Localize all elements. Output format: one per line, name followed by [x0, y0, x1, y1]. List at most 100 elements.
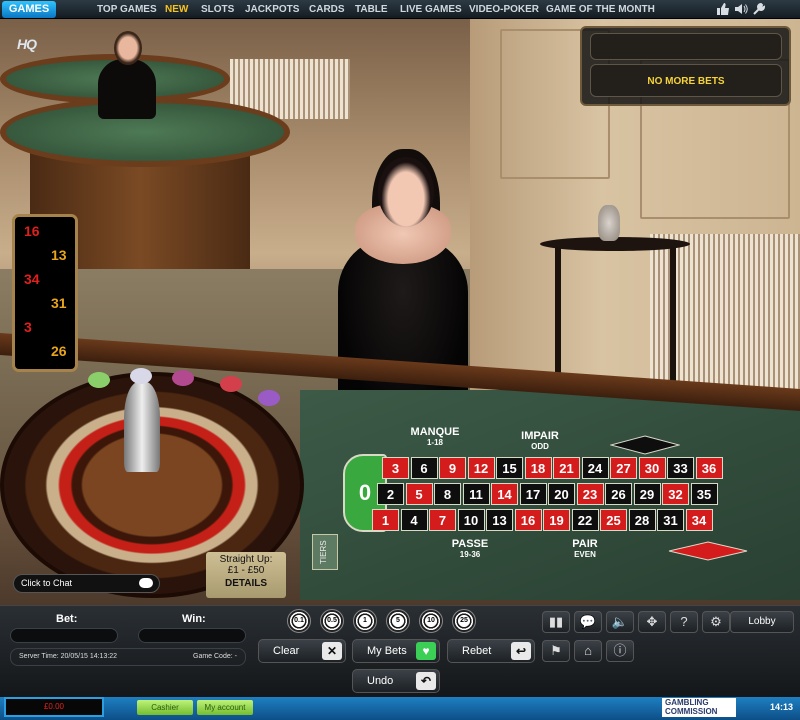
- history-number: 3: [24, 319, 32, 335]
- bet-number-27[interactable]: 27: [610, 457, 637, 479]
- bet-number-24[interactable]: 24: [581, 457, 609, 479]
- rebet-button[interactable]: Rebet ↩: [447, 639, 535, 663]
- bet-number-2[interactable]: 2: [377, 483, 404, 505]
- nav-slots[interactable]: SLOTS: [201, 0, 234, 19]
- bet-impair[interactable]: IMPAIR ODD: [495, 431, 585, 451]
- nav-cards[interactable]: CARDS: [309, 0, 345, 19]
- flag-icon[interactable]: ⚑: [542, 640, 570, 662]
- lobby-button[interactable]: Lobby: [730, 611, 794, 633]
- chip-0-1[interactable]: 0.1: [287, 609, 311, 633]
- bet-number-23[interactable]: 23: [576, 483, 604, 505]
- chat-input[interactable]: Click to Chat: [13, 574, 160, 593]
- help-icon[interactable]: ?: [670, 611, 698, 633]
- bet-number-12[interactable]: 12: [467, 457, 495, 479]
- bet-number-7[interactable]: 7: [429, 509, 456, 531]
- bet-number-22[interactable]: 22: [571, 509, 599, 531]
- background-dealer: [98, 59, 156, 119]
- bet-number-33[interactable]: 33: [667, 457, 694, 479]
- bet-number-36[interactable]: 36: [695, 457, 723, 479]
- bet-amount-field: [10, 628, 118, 643]
- bet-number-8[interactable]: 8: [434, 483, 461, 505]
- nav-game-of-the-month[interactable]: GAME OF THE MONTH: [546, 0, 655, 19]
- bet-number-9[interactable]: 9: [439, 457, 466, 479]
- gambling-line1: GAMBLING: [665, 698, 709, 707]
- bet-number-34[interactable]: 34: [685, 509, 713, 531]
- passe-label: PASSE: [451, 538, 489, 550]
- wrench-icon[interactable]: [752, 2, 766, 16]
- bet-number-5[interactable]: 5: [405, 483, 433, 505]
- bet-number-35[interactable]: 35: [690, 483, 718, 505]
- history-number: 31: [51, 295, 67, 311]
- speaker-icon[interactable]: [734, 2, 748, 16]
- bet-number-3[interactable]: 3: [382, 457, 409, 479]
- bet-number-11[interactable]: 11: [462, 483, 490, 505]
- bet-number-1[interactable]: 1: [372, 509, 399, 531]
- chat-bubble-icon[interactable]: [139, 578, 153, 588]
- bet-number-19[interactable]: 19: [543, 509, 570, 531]
- stats-icon[interactable]: ▮▮: [542, 611, 570, 633]
- bet-manque[interactable]: MANQUE 1-18: [390, 427, 480, 447]
- bet-number-4[interactable]: 4: [400, 509, 428, 531]
- server-info-bar: Server Time: 20/05/15 14:13:22 Game Code…: [10, 648, 246, 666]
- vase: [598, 205, 620, 241]
- volume-icon[interactable]: 🔈: [606, 611, 634, 633]
- home-icon[interactable]: ⌂: [574, 640, 602, 662]
- my-account-button[interactable]: My account: [197, 700, 253, 715]
- results-history-board: 16 13 34 31 3 26: [12, 214, 78, 372]
- details-link[interactable]: DETAILS: [206, 578, 286, 589]
- bet-red-diamond[interactable]: [668, 541, 748, 561]
- my-bets-button[interactable]: My Bets ♥: [352, 639, 440, 663]
- bet-number-30[interactable]: 30: [638, 457, 666, 479]
- straight-up-limits[interactable]: Straight Up: £1 - £50 DETAILS: [206, 552, 286, 598]
- bet-tiers[interactable]: TIERS: [312, 534, 338, 570]
- fullscreen-icon[interactable]: ✥: [638, 611, 666, 633]
- chat-label: Click to Chat: [21, 578, 73, 588]
- clock: 14:13: [770, 702, 794, 712]
- impair-label: IMPAIR: [521, 430, 559, 442]
- bet-number-20[interactable]: 20: [548, 483, 575, 505]
- bet-number-14[interactable]: 14: [491, 483, 518, 505]
- bet-number-28[interactable]: 28: [628, 509, 656, 531]
- nav-live-games[interactable]: LIVE GAMES: [400, 0, 462, 19]
- settings-icon[interactable]: ⚙: [702, 611, 730, 633]
- bet-number-17[interactable]: 17: [519, 483, 547, 505]
- bet-number-21[interactable]: 21: [553, 457, 580, 479]
- undo-button[interactable]: Undo ↶: [352, 669, 440, 693]
- nav-video-poker[interactable]: VIDEO-POKER: [469, 0, 539, 19]
- bet-number-32[interactable]: 32: [662, 483, 689, 505]
- history-number: 16: [24, 223, 40, 239]
- bet-number-6[interactable]: 6: [410, 457, 438, 479]
- chip-1[interactable]: 1: [353, 609, 377, 633]
- info-icon[interactable]: ⓘ: [606, 640, 634, 662]
- nav-table[interactable]: TABLE: [355, 0, 388, 19]
- undo-label: Undo: [367, 675, 394, 687]
- clear-button[interactable]: Clear ✕: [258, 639, 346, 663]
- bet-number-10[interactable]: 10: [457, 509, 485, 531]
- nav-top-games[interactable]: TOP GAMES: [97, 0, 157, 19]
- bet-number-15[interactable]: 15: [496, 457, 523, 479]
- clear-label: Clear: [273, 645, 300, 657]
- bet-black-diamond[interactable]: [610, 435, 680, 455]
- chip-25[interactable]: 25: [452, 609, 476, 633]
- bet-number-25[interactable]: 25: [600, 509, 627, 531]
- nav-jackpots[interactable]: JACKPOTS: [245, 0, 299, 19]
- gambling-commission-logo[interactable]: GAMBLING COMMISSION: [662, 698, 736, 717]
- bet-pair[interactable]: PAIR EVEN: [540, 539, 630, 559]
- cashier-button[interactable]: Cashier: [137, 700, 193, 715]
- chat-bubble-icon[interactable]: 💬: [574, 611, 602, 633]
- chip-5[interactable]: 5: [386, 609, 410, 633]
- bet-number-16[interactable]: 16: [514, 509, 542, 531]
- thumbs-up-icon[interactable]: [716, 2, 730, 16]
- bet-number-31[interactable]: 31: [657, 509, 684, 531]
- bet-number-18[interactable]: 18: [524, 457, 552, 479]
- bet-number-13[interactable]: 13: [486, 509, 513, 531]
- chip-10[interactable]: 10: [419, 609, 443, 633]
- rebet-label: Rebet: [462, 645, 492, 657]
- bet-passe[interactable]: PASSE 19-36: [425, 539, 515, 559]
- straight-up-range: £1 - £50: [227, 565, 265, 576]
- bet-number-26[interactable]: 26: [605, 483, 632, 505]
- chip-0-5[interactable]: 0.5: [320, 609, 344, 633]
- nav-new[interactable]: NEW: [165, 0, 188, 19]
- bet-number-29[interactable]: 29: [633, 483, 661, 505]
- games-button[interactable]: GAMES: [2, 1, 56, 18]
